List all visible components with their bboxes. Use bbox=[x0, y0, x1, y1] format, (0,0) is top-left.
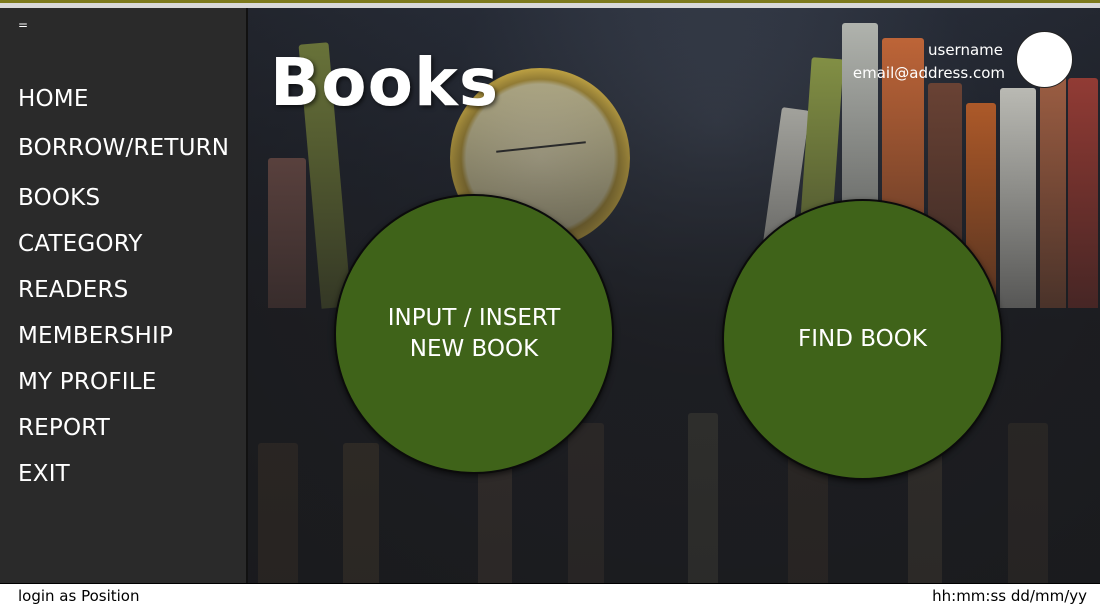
user-email-label: email@address.com bbox=[852, 64, 1005, 82]
insert-new-book-button[interactable]: INPUT / INSERT NEW BOOK bbox=[334, 194, 614, 474]
datetime-text: hh:mm:ss dd/mm/yy bbox=[932, 587, 1087, 605]
nav-item-membership[interactable]: MEMBERSHIP bbox=[18, 323, 173, 349]
login-status-text: login as Position bbox=[18, 587, 140, 605]
insert-label-line2: NEW BOOK bbox=[409, 336, 539, 362]
nav-item-books[interactable]: BOOKS bbox=[18, 185, 100, 211]
nav-item-report[interactable]: REPORT bbox=[18, 415, 110, 441]
top-accent-bar bbox=[0, 0, 1100, 8]
nav-item-exit[interactable]: EXIT bbox=[18, 461, 70, 487]
avatar[interactable] bbox=[1016, 31, 1073, 88]
insert-new-book-label: INPUT / INSERT NEW BOOK bbox=[374, 303, 574, 365]
find-book-label: FIND BOOK bbox=[798, 326, 927, 352]
nav-item-borrow-return[interactable]: BORROW/RETURN bbox=[18, 135, 229, 161]
nav-item-home[interactable]: HOME bbox=[18, 86, 89, 112]
nav-item-category[interactable]: CATEGORY bbox=[18, 231, 143, 257]
nav-item-readers[interactable]: READERS bbox=[18, 277, 128, 303]
menu-toggle-icon[interactable]: = bbox=[18, 19, 28, 31]
insert-label-line1: INPUT / INSERT bbox=[387, 305, 561, 331]
sidebar: = HOME BORROW/RETURN BOOKS CATEGORY READ… bbox=[0, 8, 248, 583]
page-title: Books bbox=[270, 44, 500, 121]
user-name-label: username bbox=[928, 41, 1003, 59]
status-bar: login as Position hh:mm:ss dd/mm/yy bbox=[0, 583, 1100, 607]
find-book-button[interactable]: FIND BOOK bbox=[722, 199, 1003, 480]
nav-item-my-profile[interactable]: MY PROFILE bbox=[18, 369, 157, 395]
